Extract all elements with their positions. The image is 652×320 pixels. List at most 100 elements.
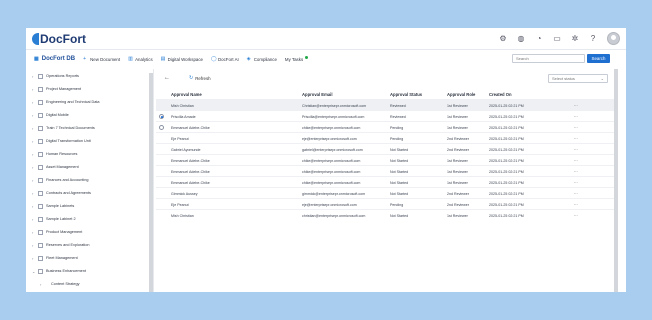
chevron-right-icon: › bbox=[32, 190, 34, 196]
chevron-down-icon: ⌄ bbox=[32, 268, 36, 274]
cell-status: Not Started bbox=[390, 158, 409, 163]
cell-status: Not Started bbox=[390, 191, 409, 196]
row-menu-icon[interactable]: ... bbox=[574, 190, 578, 195]
cell-created: 2025-01-25 02:21 PM bbox=[489, 147, 524, 152]
row-radio[interactable] bbox=[159, 125, 164, 130]
back-arrow-icon[interactable]: ← bbox=[164, 75, 170, 81]
sidebar-item[interactable]: › Asset Management bbox=[32, 162, 79, 172]
table-row[interactable]: Mish Christian christian@enterprisepr.onm… bbox=[156, 209, 614, 220]
nav-label: Compliance bbox=[253, 56, 277, 62]
table-row[interactable]: Emmanuel Adebe-Chike chike@enterprisepr.o… bbox=[156, 154, 614, 165]
row-menu-icon[interactable]: ... bbox=[574, 102, 578, 107]
table-row[interactable]: Emmanuel Adebe-Chike chike@enterprisepr.o… bbox=[156, 121, 614, 132]
row-menu-icon[interactable]: ... bbox=[574, 168, 578, 173]
cell-created: 2025-01-25 02:21 PM bbox=[489, 136, 524, 141]
sidebar-item[interactable]: › Sample Labinet 2 bbox=[32, 214, 76, 224]
table-row[interactable]: Eje Peanut eje@enterprisepr.onmicrosoft.c… bbox=[156, 198, 614, 209]
sidebar-item[interactable]: › Digital Transformation Unit bbox=[32, 136, 91, 146]
sidebar-item[interactable]: › Train 7 Technical Documents bbox=[32, 123, 95, 133]
status-select[interactable]: Select status ⌄ bbox=[548, 74, 608, 83]
sidebar-scrollbar[interactable] bbox=[149, 73, 153, 292]
row-menu-icon[interactable]: ... bbox=[574, 135, 578, 140]
globe-icon[interactable]: ◍ bbox=[517, 34, 525, 43]
nav-label: New Document bbox=[90, 56, 121, 62]
column-header: Approval Email bbox=[302, 92, 333, 97]
nav-my-tasks[interactable]: My Tasks bbox=[284, 55, 309, 62]
sidebar-item[interactable]: › Operations Reports bbox=[32, 71, 79, 81]
cell-email: Christian@enterprisepr.onmicrosoft.com bbox=[302, 103, 367, 108]
help-icon[interactable]: ? bbox=[589, 34, 597, 43]
sidebar-item[interactable]: › Contracts and Agreements bbox=[32, 188, 91, 198]
chevron-right-icon: › bbox=[32, 86, 34, 92]
sidebar-item[interactable]: › Project Management bbox=[32, 84, 81, 94]
table-row[interactable]: Gimmick Aussey gimmick@enterprisepr.onmic… bbox=[156, 187, 614, 198]
column-header: Approval Name bbox=[171, 92, 202, 97]
row-radio[interactable] bbox=[159, 114, 164, 119]
main-scrollbar[interactable] bbox=[614, 69, 618, 292]
nav-new-document[interactable]: + New Document bbox=[83, 55, 121, 62]
cell-name: Mish Christian bbox=[171, 103, 194, 108]
chevron-right-icon: › bbox=[32, 151, 34, 157]
nav-analytics[interactable]: ▥ Analytics bbox=[128, 55, 153, 62]
table-row[interactable]: Mish Christian Christian@enterprisepr.onm… bbox=[156, 99, 614, 110]
chevron-right-icon: › bbox=[32, 73, 34, 79]
sidebar-item[interactable]: › Digital Mobile bbox=[32, 110, 69, 120]
refresh-label: Refresh bbox=[195, 75, 211, 81]
search-input[interactable]: Search bbox=[512, 54, 585, 63]
sidebar-item[interactable]: › Product Management bbox=[32, 227, 82, 237]
row-menu-icon[interactable]: ... bbox=[574, 146, 578, 151]
chart-icon: ▥ bbox=[128, 55, 133, 62]
row-menu-icon[interactable]: ... bbox=[574, 124, 578, 129]
table-row[interactable]: Emmanuel Adebe-Chike chike@enterprisepr.o… bbox=[156, 176, 614, 187]
app-logo[interactable]: DocFort bbox=[32, 32, 86, 46]
cell-status: Pending bbox=[390, 202, 404, 207]
sidebar-item-label: Business Enhancement bbox=[46, 269, 86, 273]
app-window: DocFort ⚙ ◍ ◔ ▭ ✲ ? ▦ DocFort DB + New D… bbox=[26, 28, 626, 292]
row-menu-icon[interactable]: ... bbox=[574, 157, 578, 162]
gear-icon[interactable]: ✲ bbox=[571, 34, 579, 43]
cell-status: Not Started bbox=[390, 147, 409, 152]
table-row[interactable]: Eje Peanut eje@enterprisepr.onmicrosoft.c… bbox=[156, 132, 614, 143]
nav-label: Analytics bbox=[135, 56, 153, 62]
sidebar-item[interactable]: › Fleet Management bbox=[32, 253, 78, 263]
sidebar-item[interactable]: › Sample Labinets bbox=[32, 201, 74, 211]
row-menu-icon[interactable]: ... bbox=[574, 212, 578, 217]
cell-role: 2nd Reviewer bbox=[447, 136, 469, 141]
plus-icon: + bbox=[83, 55, 86, 62]
cell-created: 2025-01-25 02:21 PM bbox=[489, 213, 524, 218]
sidebar-subitem[interactable]: › Content Strategy bbox=[40, 279, 80, 289]
folder-icon bbox=[38, 190, 43, 196]
bell-icon[interactable]: ◔ bbox=[535, 34, 543, 43]
row-menu-icon[interactable]: ... bbox=[574, 201, 578, 206]
nav-brand[interactable]: ▦ DocFort DB bbox=[34, 56, 75, 62]
refresh-button[interactable]: ↻ Refresh bbox=[189, 75, 211, 81]
row-menu-icon[interactable]: ... bbox=[574, 113, 578, 118]
cell-name: Emmanuel Adebe-Chike bbox=[171, 125, 210, 130]
cell-status: Not Started bbox=[390, 169, 409, 174]
row-menu-icon[interactable]: ... bbox=[574, 179, 578, 184]
sidebar-item[interactable]: › Human Resources bbox=[32, 149, 77, 159]
sidebar-item[interactable]: › Reserves and Exploration bbox=[32, 240, 89, 250]
table-row[interactable]: Emmanuel Adebe-Chike chike@enterprisepr.o… bbox=[156, 165, 614, 176]
search-button[interactable]: Search bbox=[587, 54, 610, 63]
nav-label: My Tasks bbox=[284, 56, 304, 62]
nav-compliance[interactable]: ◈ Compliance bbox=[247, 56, 277, 62]
cell-created: 2025-01-25 02:21 PM bbox=[489, 180, 524, 185]
cell-name: Mish Christian bbox=[171, 213, 194, 218]
sidebar-item[interactable]: ⌄ Business Enhancement bbox=[32, 266, 86, 276]
cell-status: Pending bbox=[390, 125, 404, 130]
cell-created: 2025-01-25 02:21 PM bbox=[489, 103, 524, 108]
nav-docfort-ai[interactable]: ◯ DocFort AI bbox=[211, 56, 239, 62]
mail-icon[interactable]: ▭ bbox=[553, 34, 561, 43]
settings-icon[interactable]: ⚙ bbox=[499, 34, 507, 43]
sidebar-item[interactable]: › Engineering and Technical Data bbox=[32, 97, 100, 107]
table-row[interactable]: Gabriel Ayomunde gabriel@enterprisepr.onm… bbox=[156, 143, 614, 154]
folder-icon bbox=[46, 282, 48, 287]
avatar[interactable] bbox=[607, 32, 620, 45]
nav-digital-workspace[interactable]: ▤ Digital Workspace bbox=[161, 56, 203, 62]
table-row[interactable]: Priscilla Amade Priscilla@enterprisepr.on… bbox=[156, 110, 614, 121]
sidebar-item[interactable]: › Finances and Accounting bbox=[32, 175, 88, 185]
sidebar-item-label: Finances and Accounting bbox=[46, 178, 89, 182]
cell-role: 2nd Reviewer bbox=[447, 202, 469, 207]
chevron-right-icon: › bbox=[32, 229, 34, 235]
